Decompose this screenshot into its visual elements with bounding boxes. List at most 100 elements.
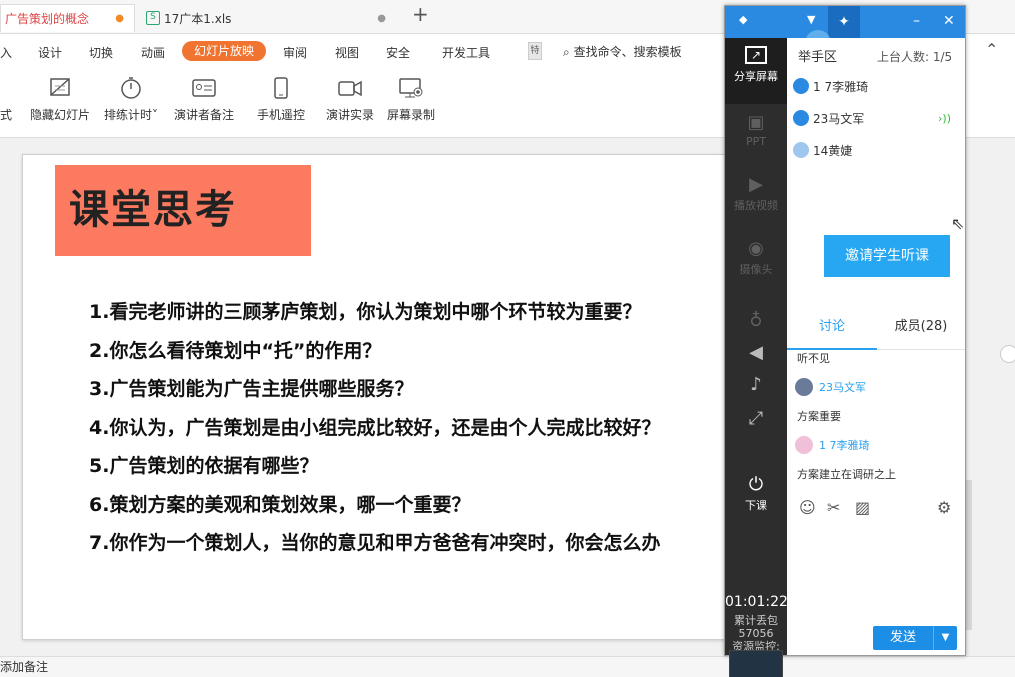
slide-title: 课堂思考 xyxy=(55,165,311,256)
menu-overflow-button[interactable]: 特 xyxy=(528,42,542,60)
tab-xls-label: 17广本1.xls xyxy=(164,11,232,26)
classroom-panel: ◆ ▼ ✦ – ✕ 腾讯课堂 ↗ 分享屏幕 ▣ PPT ▶ 播放视频 ◉ 摄像头 xyxy=(724,5,966,677)
rehearse-timing-button[interactable]: 排练计时˅ xyxy=(104,76,158,123)
question-item: 2.你怎么看待策划中“托”的作用？ xyxy=(89,339,382,362)
video-camera-icon xyxy=(338,80,362,97)
fullscreen-button[interactable]: ⤢ xyxy=(725,408,787,431)
tool-format[interactable]: 式 xyxy=(0,106,12,123)
end-class-label: 下课 xyxy=(745,499,767,512)
menu-slideshow[interactable]: 幻灯片放映 xyxy=(182,41,266,61)
invite-students-button[interactable]: 邀请学生听课 xyxy=(824,235,950,277)
send-button[interactable]: 发送 ▼ xyxy=(873,626,957,650)
stage-member[interactable]: 14黄婕 xyxy=(793,140,852,160)
panel-sidebar: ↗ 分享屏幕 ▣ PPT ▶ 播放视频 ◉ 摄像头 ♁ ◀ ♪ ⤢ ⏻ 下课 0… xyxy=(725,38,788,677)
tool-format-label: 式 xyxy=(0,108,13,122)
end-class-button[interactable]: ⏻ 下课 xyxy=(725,474,787,513)
notes-bar[interactable]: 添加备注 xyxy=(0,656,1015,677)
screen-record-icon xyxy=(399,78,423,98)
screen-record-label: 屏幕录制 xyxy=(387,108,436,122)
menu-animation[interactable]: 动画 xyxy=(141,44,165,61)
close-icon[interactable]: ✕ xyxy=(943,13,955,29)
mouse-cursor-icon: ⇖ xyxy=(951,214,965,233)
question-item: 7.你作为一个策划人，当你的意见和甲方爸爸有冲突时，你会怎么办 xyxy=(89,532,661,554)
menu-transition[interactable]: 切换 xyxy=(89,44,113,61)
ppt-label: PPT xyxy=(746,135,766,148)
unsaved-dot-icon: ● xyxy=(115,13,124,24)
slide-canvas[interactable]: 课堂思考 1.看完老师讲的三顾茅庐策划，你认为策划中哪个环节较为重要？ 2.你怎… xyxy=(22,154,734,640)
menu-insert[interactable]: 入 xyxy=(0,44,12,61)
speaker-notes-icon xyxy=(192,79,216,97)
menu-design[interactable]: 设计 xyxy=(38,44,62,61)
lecture-record-button[interactable]: 演讲实录 xyxy=(326,76,374,123)
lecture-record-label: 演讲实录 xyxy=(326,108,375,122)
image-icon[interactable]: ▨ xyxy=(855,498,870,517)
question-item: 3.广告策划能为广告主提供哪些服务？ xyxy=(89,378,414,400)
send-label: 发送 xyxy=(889,630,916,645)
sender-avatar-icon xyxy=(795,378,813,396)
speaker-notes-button[interactable]: 演讲者备注 xyxy=(174,76,234,123)
chat-sender: 23马文军 xyxy=(795,378,866,396)
question-list: 1.看完老师讲的三顾茅庐策划，你认为策划中哪个环节较为重要？ 2.你怎么看待策划… xyxy=(89,297,660,567)
power-icon: ⏻ xyxy=(748,474,764,495)
share-screen-button[interactable]: ↗ 分享屏幕 xyxy=(725,38,787,104)
search-label: 查找命令、搜索模板 xyxy=(573,45,682,59)
collapse-ribbon-icon[interactable]: ⌃ xyxy=(985,40,998,59)
spreadsheet-icon: S xyxy=(146,11,160,25)
member-name: 1 7李雅琦 xyxy=(813,79,869,94)
camera-button[interactable]: ◉ 摄像头 xyxy=(725,238,787,277)
sender-name: 1 7李雅琦 xyxy=(819,439,870,452)
member-name: 23马文军 xyxy=(813,111,865,126)
screen-record-button[interactable]: 屏幕录制 xyxy=(387,76,435,123)
speaker-notes-label: 演讲者备注 xyxy=(174,108,235,122)
menu-security[interactable]: 安全 xyxy=(386,44,410,61)
music-button[interactable]: ♪ xyxy=(725,374,787,397)
ppt-button[interactable]: ▣ PPT xyxy=(725,112,787,148)
settings-gear-icon[interactable]: ⚙ xyxy=(937,498,951,517)
scissors-icon[interactable]: ✂ xyxy=(827,498,840,517)
command-search[interactable]: ⌕ 查找命令、搜索模板 xyxy=(563,43,682,60)
phone-icon xyxy=(274,77,288,99)
send-options-caret-icon[interactable]: ▼ xyxy=(933,626,957,650)
tab-xls[interactable]: S 17广本1.xls ● xyxy=(138,4,396,32)
stage-member[interactable]: 23马文军 ›)) xyxy=(793,108,951,128)
microphone-icon: ♁ xyxy=(749,310,763,331)
new-tab-button[interactable]: + xyxy=(412,2,429,26)
emoji-icon[interactable]: ☺ xyxy=(799,498,816,517)
dropdown-icon[interactable]: ▼ xyxy=(807,13,815,26)
play-video-icon: ▶ xyxy=(749,174,763,195)
member-avatar-icon xyxy=(793,78,809,94)
share-screen-label: 分享屏幕 xyxy=(734,70,778,83)
chat-message: 方案建立在调研之上 xyxy=(797,468,896,481)
ppt-icon: ▣ xyxy=(747,112,765,133)
tab-members[interactable]: 成员(28) xyxy=(877,310,965,350)
packet-loss-value: 57056 xyxy=(738,627,774,640)
tab-doc[interactable]: 广告策划的概念 ● xyxy=(0,4,135,32)
stage-member[interactable]: 1 7李雅琦 xyxy=(793,76,868,96)
audio-wave-icon: ›)) xyxy=(938,111,951,125)
tab-discussion[interactable]: 讨论 xyxy=(787,310,877,350)
member-avatar-icon xyxy=(793,142,809,158)
sender-name: 23马文军 xyxy=(819,381,866,394)
share-screen-icon: ↗ xyxy=(745,46,767,64)
raise-hand-label: 举手区 xyxy=(798,50,838,65)
menu-devtools[interactable]: 开发工具 xyxy=(442,44,490,61)
hide-slide-icon xyxy=(50,78,70,96)
camera-label: 摄像头 xyxy=(739,263,773,276)
rehearse-timing-label: 排练计时 xyxy=(104,108,153,122)
chat-sender: 1 7李雅琦 xyxy=(795,436,870,454)
play-video-button[interactable]: ▶ 播放视频 xyxy=(725,174,787,213)
speaker-button[interactable]: ◀ xyxy=(725,342,787,365)
hide-slide-button[interactable]: 隐藏幻灯片 xyxy=(30,76,90,123)
menu-view[interactable]: 视图 xyxy=(335,44,359,61)
question-item: 4.你认为，广告策划是由小组完成比较好，还是由个人完成比较好？ xyxy=(89,416,661,439)
side-toggle-icon[interactable] xyxy=(1000,345,1015,363)
phone-remote-label: 手机遥控 xyxy=(257,108,306,122)
question-item: 1.看完老师讲的三顾茅庐策划，你认为策划中哪个环节较为重要？ xyxy=(89,301,642,323)
phone-remote-button[interactable]: 手机遥控 xyxy=(257,76,305,123)
app-logo-icon: ◆ xyxy=(739,13,748,26)
tab-dot-icon: ● xyxy=(377,12,386,24)
minimize-icon[interactable]: – xyxy=(913,13,920,29)
microphone-button[interactable]: ♁ xyxy=(725,310,787,333)
network-stats: 累计丢包 57056 资源监控: xyxy=(725,614,787,653)
menu-review[interactable]: 审阅 xyxy=(283,44,307,61)
